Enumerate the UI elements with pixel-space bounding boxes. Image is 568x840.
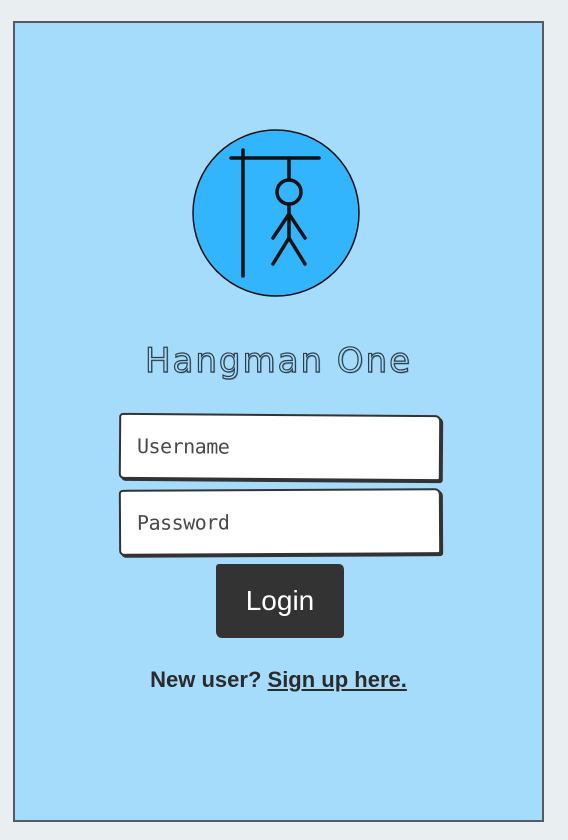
app-title: Hangman One [144,340,413,381]
login-panel: Hangman One Login New user? Sign up here… [13,21,544,822]
signup-prompt-text: New user? [150,667,262,692]
login-button[interactable]: Login [216,564,344,638]
password-input[interactable] [120,490,440,554]
signup-prompt-line: New user? Sign up here. [15,667,542,693]
hangman-logo-icon [192,129,360,297]
password-field-wrapper [118,488,442,556]
signup-link[interactable]: Sign up here. [268,667,407,692]
username-field-wrapper [118,412,442,482]
username-input[interactable] [120,414,440,480]
